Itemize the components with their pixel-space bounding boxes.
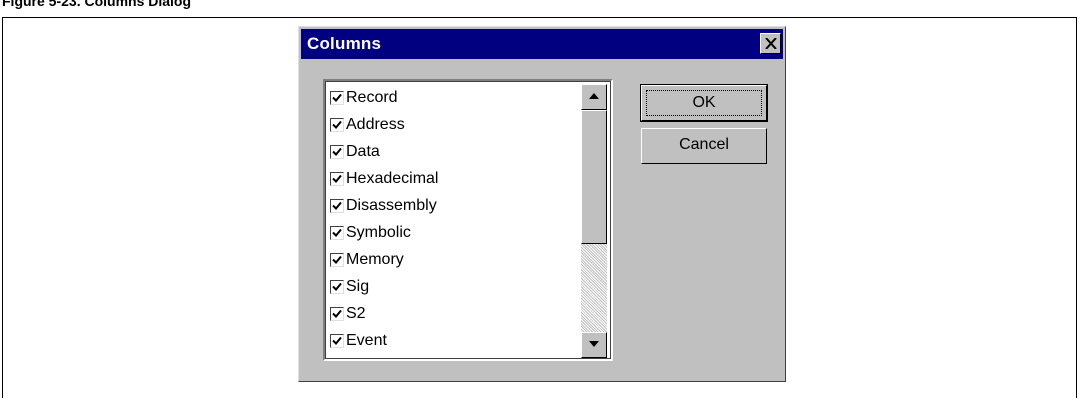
columns-list: Record Address Data Hexadecimal Disassembly S… — [328, 84, 580, 358]
scroll-thumb[interactable] — [581, 110, 607, 244]
checkbox[interactable] — [330, 199, 344, 213]
checkbox[interactable] — [330, 172, 344, 186]
arrow-down-icon — [589, 341, 599, 347]
list-item[interactable]: Record — [330, 85, 398, 111]
checkbox[interactable] — [330, 334, 344, 348]
checkmark-icon — [332, 228, 342, 237]
checkbox[interactable] — [330, 307, 344, 321]
columns-listbox[interactable]: Record Address Data Hexadecimal Disassembly S… — [323, 79, 613, 361]
checkbox[interactable] — [330, 280, 344, 294]
item-label: S2 — [346, 305, 366, 322]
checkmark-icon — [332, 93, 342, 102]
checkmark-icon — [332, 174, 342, 183]
checkbox[interactable] — [330, 253, 344, 267]
title-bar[interactable]: Columns — [301, 29, 783, 59]
columns-dialog: Columns Record Address Data Hexadecimal Disa… — [298, 26, 786, 382]
item-label: Address — [346, 116, 405, 133]
checkbox[interactable] — [330, 226, 344, 240]
item-label: Sig — [346, 278, 370, 295]
scroll-up-button[interactable] — [581, 84, 607, 110]
ok-button[interactable]: OK — [640, 84, 768, 122]
list-item[interactable]: Data — [330, 139, 380, 165]
item-label: Hexadecimal — [346, 170, 439, 187]
list-item[interactable]: Address — [330, 112, 405, 138]
cancel-button[interactable]: Cancel — [641, 128, 767, 164]
checkmark-icon — [332, 282, 342, 291]
checkmark-icon — [332, 120, 342, 129]
list-item[interactable]: Symbolic — [330, 220, 411, 246]
checkbox[interactable] — [330, 118, 344, 132]
checkmark-icon — [332, 336, 342, 345]
list-item[interactable]: Disassembly — [330, 193, 437, 219]
close-button[interactable] — [760, 33, 781, 54]
list-item[interactable]: Sig — [330, 274, 369, 300]
list-item[interactable]: Event — [330, 328, 387, 354]
scroll-down-button[interactable] — [581, 332, 607, 358]
checkbox[interactable] — [330, 145, 344, 159]
item-label: Event — [346, 332, 387, 349]
checkbox[interactable] — [330, 91, 344, 105]
item-label: Data — [346, 143, 380, 160]
checkmark-icon — [332, 201, 342, 210]
checkmark-icon — [332, 309, 342, 318]
item-label: Disassembly — [346, 197, 437, 214]
checkmark-icon — [332, 255, 342, 264]
ok-button-label: OK — [646, 90, 762, 116]
close-x-icon — [765, 38, 777, 49]
item-label: Memory — [346, 251, 404, 268]
arrow-up-icon — [589, 93, 599, 99]
list-item[interactable]: Memory — [330, 247, 404, 273]
dialog-title: Columns — [307, 34, 382, 53]
list-item[interactable]: S2 — [330, 301, 366, 327]
figure-caption: Figure 5-23. Columns Dialog — [2, 0, 192, 9]
vertical-scrollbar[interactable] — [581, 84, 607, 358]
checkmark-icon — [332, 147, 342, 156]
list-item[interactable]: Hexadecimal — [330, 166, 438, 192]
item-label: Record — [346, 89, 398, 106]
item-label: Symbolic — [346, 224, 411, 241]
